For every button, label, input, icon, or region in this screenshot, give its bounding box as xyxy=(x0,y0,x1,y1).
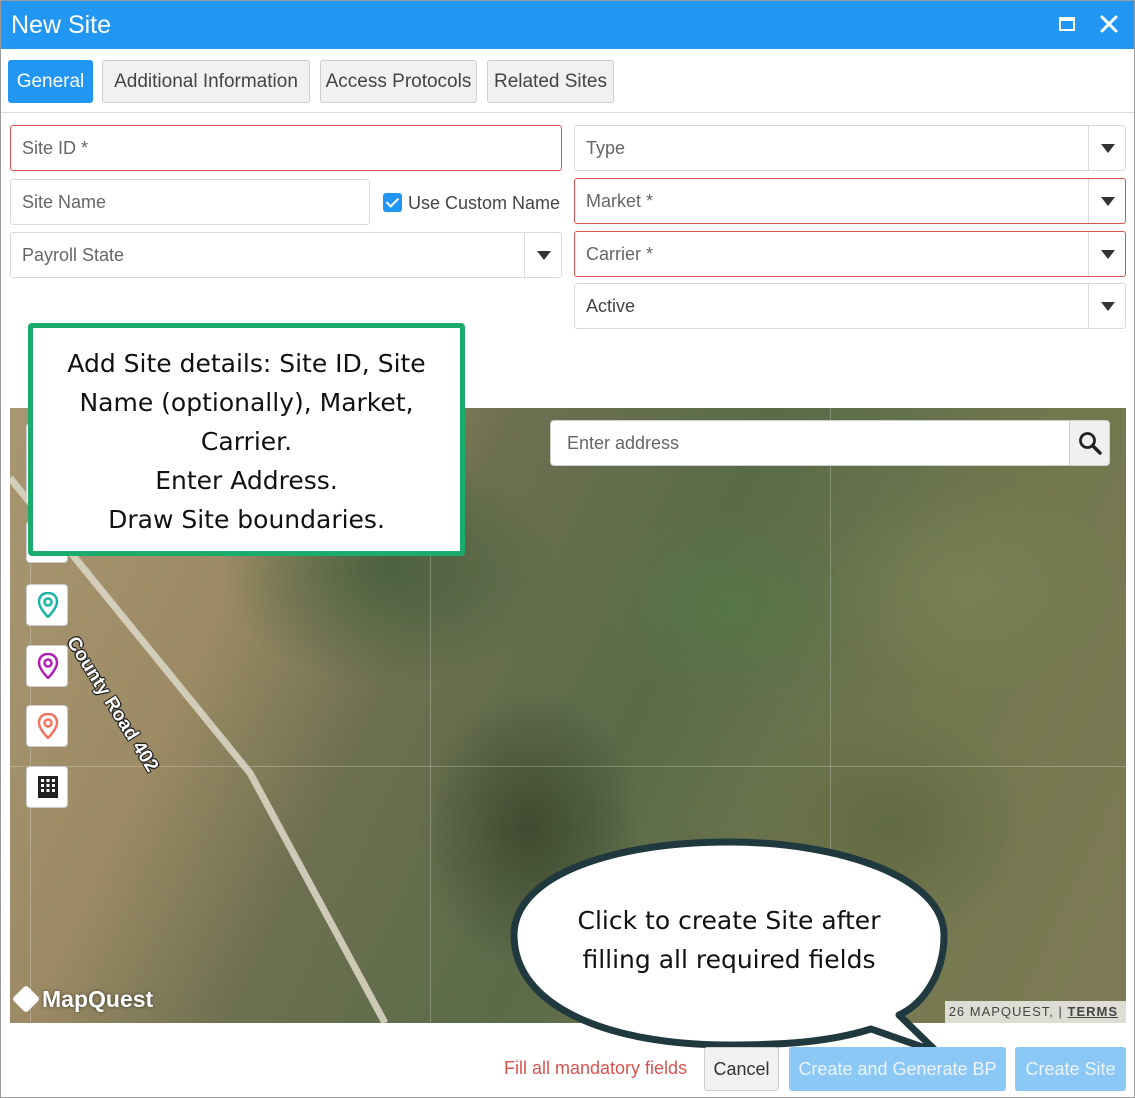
site-name-field[interactable]: Site Name xyxy=(10,179,370,225)
instructions-line: Carrier. xyxy=(200,427,293,456)
use-custom-name-checkbox[interactable] xyxy=(383,193,402,212)
mapquest-logo: MapQuest xyxy=(11,984,154,1016)
dialog-title: New Site xyxy=(11,11,112,39)
draw-building-button[interactable] xyxy=(26,766,68,808)
new-site-dialog: New Site General Additional Information … xyxy=(0,0,1135,1098)
chevron-down-icon xyxy=(1088,284,1125,328)
carrier-select[interactable]: Carrier * xyxy=(574,231,1126,277)
close-icon xyxy=(1100,15,1118,33)
site-id-field[interactable]: Site ID * xyxy=(10,125,562,171)
instructions-line: Enter Address. xyxy=(155,466,338,495)
site-name-placeholder: Site Name xyxy=(22,192,107,212)
add-pin-orange-button[interactable] xyxy=(26,705,68,747)
dialog-titlebar: New Site xyxy=(1,1,1134,49)
instructions-line: Add Site details: Site ID, Site xyxy=(67,349,426,378)
instructions-line: Draw Site boundaries. xyxy=(108,505,385,534)
building-grid-icon xyxy=(38,776,58,798)
chevron-down-icon xyxy=(1088,232,1125,276)
bubble-line: filling all required fields xyxy=(582,945,876,974)
tab-additional-information[interactable]: Additional Information xyxy=(102,60,310,103)
add-pin-purple-button[interactable] xyxy=(26,645,68,687)
maximize-button[interactable] xyxy=(1054,11,1080,37)
map-attribution: 26 MAPQUEST, | TERMS xyxy=(944,1001,1126,1023)
tab-bar: General Additional Information Access Pr… xyxy=(1,49,1134,113)
mapquest-logo-text: MapQuest xyxy=(42,986,154,1012)
chevron-down-icon xyxy=(1088,179,1125,223)
address-search xyxy=(550,420,1110,466)
instructions-callout: Add Site details: Site ID, Site Name (op… xyxy=(28,323,465,556)
tab-access-protocols[interactable]: Access Protocols xyxy=(320,60,477,103)
site-id-placeholder: Site ID * xyxy=(22,138,89,158)
use-custom-name-label: Use Custom Name xyxy=(408,193,561,213)
mandatory-fields-warning: Fill all mandatory fields xyxy=(504,1058,688,1078)
add-pin-teal-button[interactable] xyxy=(26,584,68,626)
maximize-icon xyxy=(1059,17,1075,31)
map-pin-purple-icon xyxy=(37,653,59,679)
payroll-state-select[interactable]: Payroll State xyxy=(10,232,562,278)
search-button[interactable] xyxy=(1069,421,1109,465)
create-site-speech-bubble: Click to create Site after filling all r… xyxy=(509,837,949,1057)
bubble-line: Click to create Site after xyxy=(577,906,881,935)
address-search-input[interactable] xyxy=(551,421,1070,465)
attribution-text: 26 MAPQUEST, | xyxy=(948,1004,1063,1019)
chevron-down-icon xyxy=(524,233,561,277)
type-placeholder: Type xyxy=(586,138,626,158)
create-and-generate-bp-button[interactable]: Create and Generate BP xyxy=(789,1047,1006,1091)
map-pin-teal-icon xyxy=(37,592,59,618)
mapquest-logo-mark xyxy=(11,984,41,1014)
instructions-line: Name (optionally), Market, xyxy=(79,388,414,417)
type-select[interactable]: Type xyxy=(574,125,1126,171)
status-select[interactable]: Active xyxy=(574,283,1126,329)
search-icon xyxy=(1079,432,1102,455)
market-placeholder: Market * xyxy=(586,191,654,211)
tab-related-sites[interactable]: Related Sites xyxy=(487,60,614,103)
chevron-down-icon xyxy=(1088,126,1125,170)
status-value: Active xyxy=(586,296,636,316)
tab-general[interactable]: General xyxy=(8,60,93,103)
map-pin-orange-icon xyxy=(37,713,59,739)
cancel-button[interactable]: Cancel xyxy=(704,1047,779,1091)
close-button[interactable] xyxy=(1096,11,1122,37)
speech-bubble-text: Click to create Site after filling all r… xyxy=(549,901,909,979)
payroll-state-placeholder: Payroll State xyxy=(22,245,125,265)
create-site-button[interactable]: Create Site xyxy=(1015,1047,1126,1091)
terms-link[interactable]: TERMS xyxy=(1068,1004,1119,1019)
carrier-placeholder: Carrier * xyxy=(586,244,654,264)
market-select[interactable]: Market * xyxy=(574,178,1126,224)
